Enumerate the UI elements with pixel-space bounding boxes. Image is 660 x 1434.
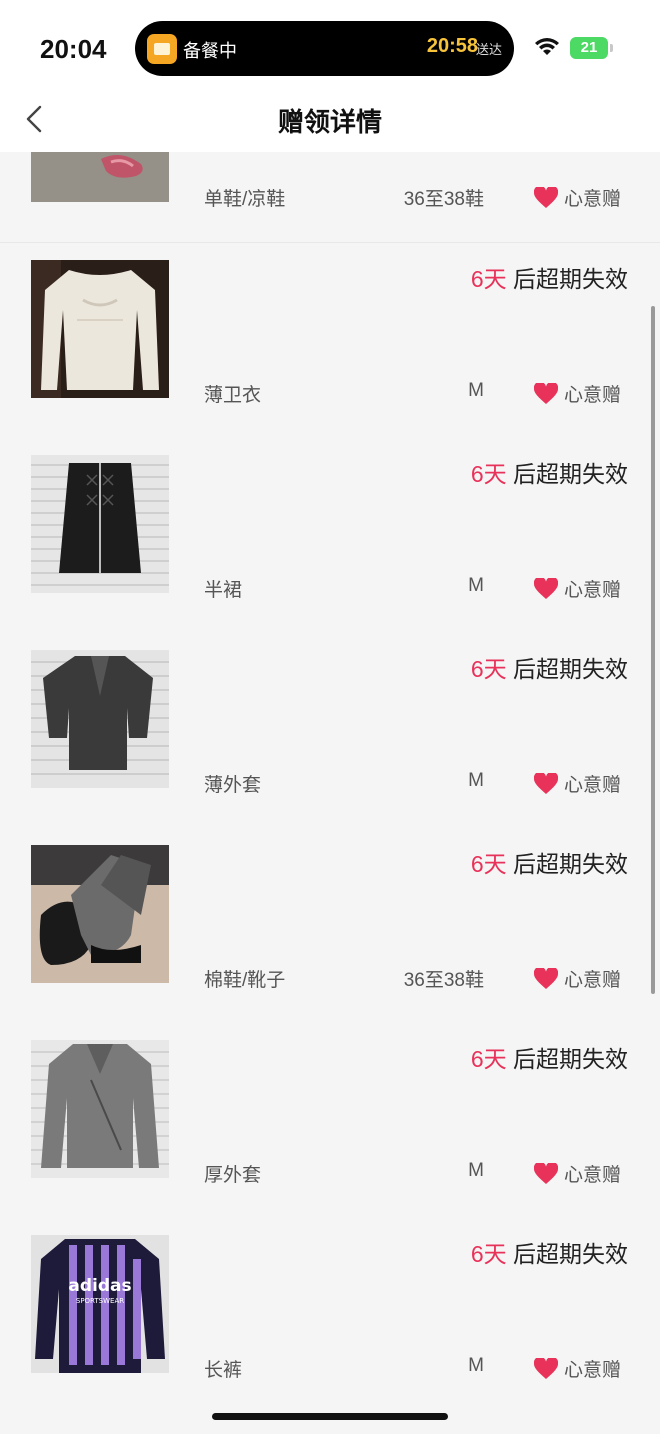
expire-days: 6天 — [470, 851, 507, 877]
gift-item-list[interactable]: 单鞋/凉鞋 36至38鞋 心意赠 6天 后超期失效 薄卫衣 M 心意赠 6天 后… — [0, 152, 660, 1412]
expire-days: 6天 — [470, 1046, 507, 1072]
status-bar: 20:04 备餐中 20:58 送达 21 — [0, 0, 660, 96]
item-size: M — [468, 1355, 484, 1376]
expire-days: 6天 — [470, 656, 507, 682]
gift-tag-label: 心意赠 — [564, 580, 622, 601]
gift-tag-label: 心意赠 — [564, 970, 622, 991]
item-size: 36至38鞋 — [403, 970, 484, 991]
expire-days: 6天 — [470, 266, 507, 292]
gift-tag: 心意赠 — [534, 1160, 621, 1187]
island-eta-suffix: 送达 — [475, 42, 502, 57]
gift-tag-label: 心意赠 — [564, 189, 622, 210]
battery-level: 21 — [580, 39, 598, 56]
navigation-bar: 赠领详情 — [0, 96, 660, 152]
item-photo-light-jacket — [31, 650, 169, 788]
heart-icon — [534, 187, 558, 208]
heart-icon — [534, 1163, 558, 1184]
page-title: 赠领详情 — [277, 107, 382, 137]
expire-days: 6天 — [470, 461, 507, 487]
item-size: M — [468, 575, 484, 596]
list-item[interactable]: 6天 后超期失效 棉鞋/靴子 36至38鞋 心意赠 — [0, 828, 660, 1024]
battery-icon: 21 — [570, 37, 608, 59]
gift-tag-label: 心意赠 — [564, 1165, 622, 1186]
item-name: 厚外套 — [204, 1165, 262, 1186]
expire-text: 后超期失效 — [513, 851, 628, 877]
list-item[interactable]: 单鞋/凉鞋 36至38鞋 心意赠 — [0, 152, 660, 243]
heart-icon — [534, 578, 558, 599]
item-name: 棉鞋/靴子 — [204, 970, 286, 991]
list-item[interactable]: 6天 后超期失效 半裙 M 心意赠 — [0, 438, 660, 634]
expire-text: 后超期失效 — [513, 1046, 628, 1072]
item-name: 单鞋/凉鞋 — [204, 189, 286, 210]
gift-tag-label: 心意赠 — [564, 1360, 622, 1381]
expire-notice: 6天 后超期失效 — [471, 1235, 628, 1269]
item-size: M — [468, 1160, 484, 1181]
heart-icon — [534, 383, 558, 404]
heart-icon — [534, 968, 558, 989]
gift-tag: 心意赠 — [534, 770, 621, 797]
item-size: M — [468, 770, 484, 791]
photo-brand-subtext: SPORTSWEAR — [76, 1297, 124, 1305]
item-photo-striped-sweatshirt: adidas SPORTSWEAR — [31, 1235, 169, 1373]
list-item[interactable]: 6天 后超期失效 薄卫衣 M 心意赠 — [0, 243, 660, 439]
item-name: 长裤 — [204, 1360, 243, 1381]
heart-icon — [534, 773, 558, 794]
expire-notice: 6天 后超期失效 — [471, 845, 628, 879]
status-time: 20:04 — [40, 34, 107, 64]
food-delivery-app-icon — [147, 34, 177, 64]
item-photo-thick-coat — [31, 1040, 169, 1178]
expire-days: 6天 — [470, 1241, 507, 1267]
home-indicator[interactable] — [212, 1413, 448, 1420]
item-photo-sweatshirt — [31, 260, 169, 398]
dynamic-island-live-activity[interactable]: 备餐中 20:58 送达 — [135, 21, 514, 76]
island-eta-time: 20:58 — [426, 35, 478, 57]
expire-notice: 6天 后超期失效 — [471, 260, 628, 294]
photo-brand-text: adidas — [68, 1276, 131, 1296]
expire-text: 后超期失效 — [513, 461, 628, 487]
item-photo-sandals — [31, 152, 169, 202]
item-size: 36至38鞋 — [403, 189, 484, 210]
list-item[interactable]: 6天 后超期失效 厚外套 M 心意赠 — [0, 1023, 660, 1219]
gift-tag-label: 心意赠 — [564, 385, 622, 406]
battery-tip — [610, 44, 613, 52]
item-name: 半裙 — [204, 580, 243, 601]
expire-text: 后超期失效 — [513, 266, 628, 292]
scrollbar[interactable] — [651, 306, 655, 994]
item-name: 薄卫衣 — [204, 385, 262, 406]
gift-tag: 心意赠 — [534, 575, 621, 602]
expire-text: 后超期失效 — [513, 1241, 628, 1267]
gift-tag: 心意赠 — [534, 965, 621, 992]
item-photo-skirt — [31, 455, 169, 593]
item-photo-boots — [31, 845, 169, 983]
gift-tag: 心意赠 — [534, 184, 621, 211]
list-item[interactable]: 6天 后超期失效 薄外套 M 心意赠 — [0, 633, 660, 829]
island-status-label: 备餐中 — [183, 41, 237, 61]
gift-tag: 心意赠 — [534, 380, 621, 407]
list-item[interactable]: adidas SPORTSWEAR 6天 后超期失效 长裤 M 心意赠 — [0, 1218, 660, 1412]
gift-tag: 心意赠 — [534, 1355, 621, 1382]
heart-icon — [534, 1358, 558, 1379]
expire-notice: 6天 后超期失效 — [471, 1040, 628, 1074]
item-size: M — [468, 380, 484, 401]
expire-notice: 6天 后超期失效 — [471, 650, 628, 684]
wifi-icon — [535, 38, 559, 55]
expire-text: 后超期失效 — [513, 656, 628, 682]
item-name: 薄外套 — [204, 775, 262, 796]
gift-tag-label: 心意赠 — [564, 775, 622, 796]
expire-notice: 6天 后超期失效 — [471, 455, 628, 489]
